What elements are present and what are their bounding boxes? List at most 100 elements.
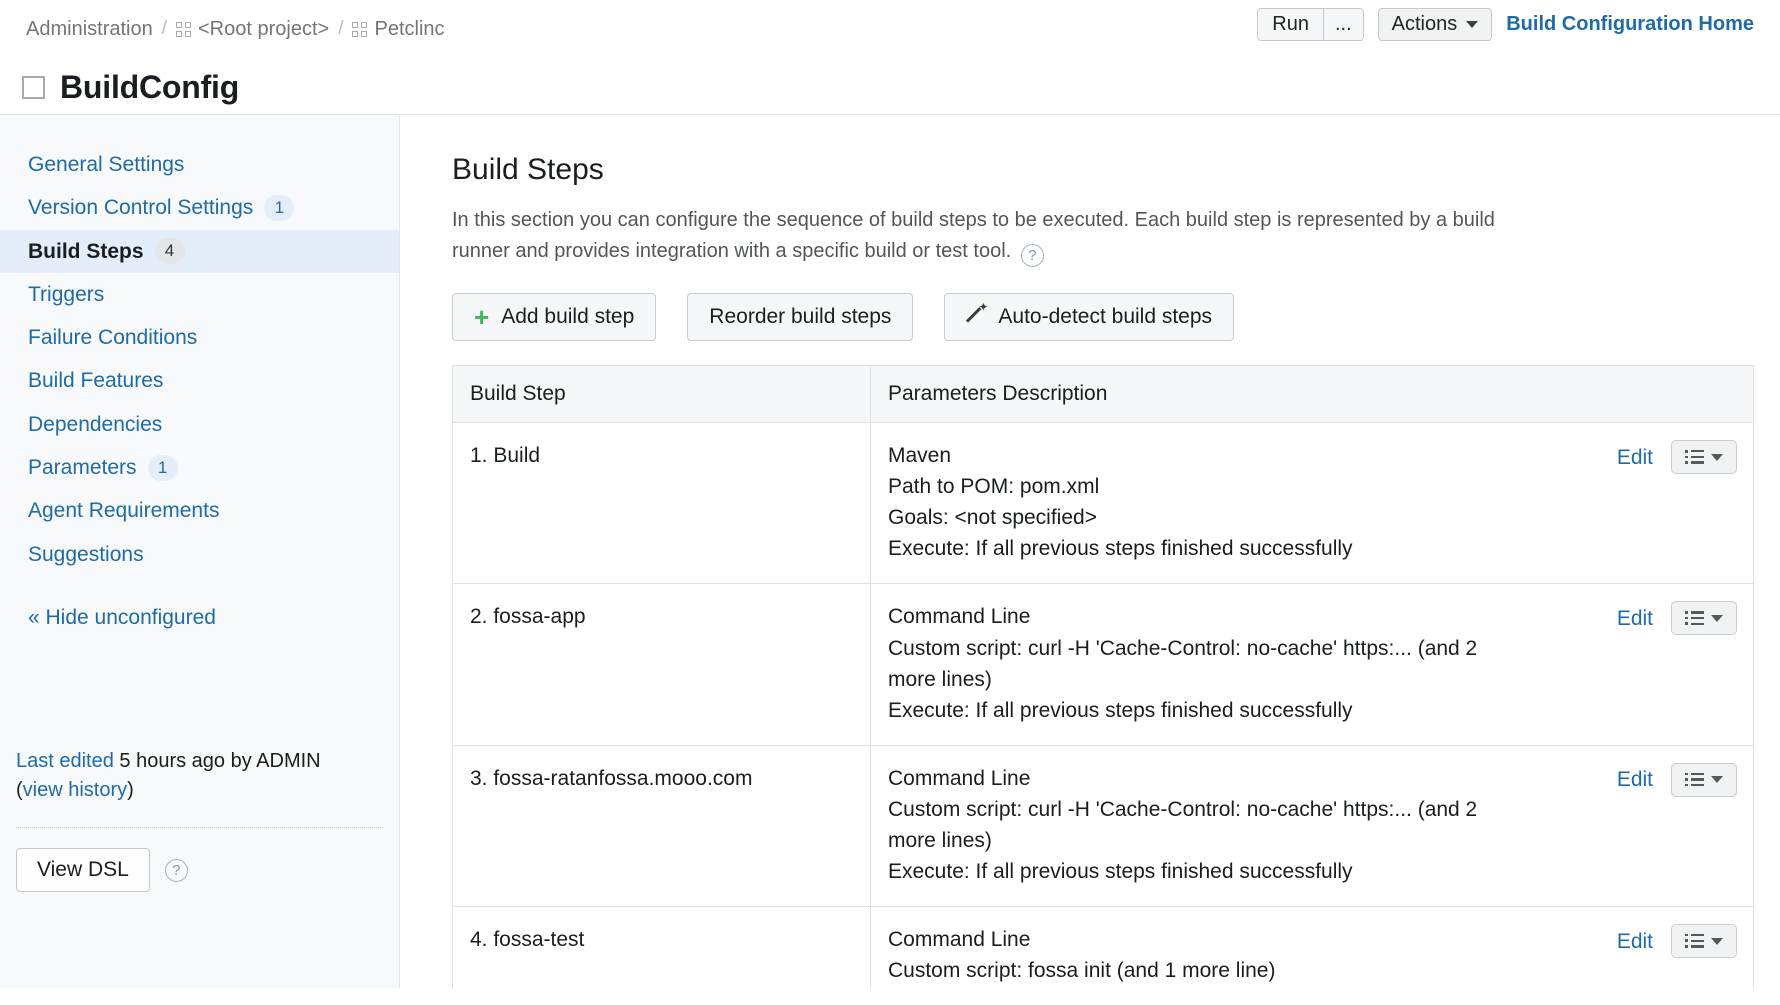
table-row: 3. fossa-ratanfossa.mooo.com Command Lin… [452, 745, 1754, 908]
build-step-name: 4. fossa-test [452, 906, 871, 988]
auto-detect-build-steps-button[interactable]: Auto-detect build steps [944, 293, 1235, 342]
build-configuration-home-link[interactable]: Build Configuration Home [1506, 13, 1754, 36]
table-head: Build Step Parameters Description [452, 365, 1754, 424]
project-icon [352, 21, 368, 37]
edit-build-step-link[interactable]: Edit [1617, 442, 1653, 473]
view-history-paren-open: ( [16, 779, 23, 801]
content-area: General Settings Version Control Setting… [0, 114, 1780, 988]
hide-unconfigured-link[interactable]: « Hide unconfigured [0, 576, 399, 638]
parameter-line: Command Line [888, 766, 1031, 790]
parameter-line: Path to POM: pom.xml [888, 475, 1100, 499]
sidebar-item-build-steps[interactable]: Build Steps 4 [0, 229, 399, 273]
sidebar-item-build-features[interactable]: Build Features [0, 359, 399, 402]
row-actions: Edit [1617, 762, 1737, 797]
build-step-parameters: Command Line Custom script: fossa init (… [871, 907, 1754, 988]
view-history-link[interactable]: view history [23, 779, 127, 801]
column-header-parameters-description: Parameters Description [870, 365, 1754, 424]
sidebar-item-label: Parameters [28, 456, 137, 480]
row-actions: Edit [1617, 601, 1737, 636]
sidebar-item-suggestions[interactable]: Suggestions [0, 533, 399, 576]
table-header-row: Build Step Parameters Description [452, 365, 1754, 424]
top-bar: Administration / <Root project> / Petcli… [0, 0, 1780, 58]
chevron-down-icon [1466, 21, 1479, 28]
build-step-parameters: Command Line Custom script: curl -H 'Cac… [870, 745, 1754, 908]
last-edited-link[interactable]: Last edited [16, 750, 114, 772]
sidebar-item-failure-conditions[interactable]: Failure Conditions [0, 316, 399, 359]
last-edited-text: 5 hours ago by ADMIN [113, 750, 321, 772]
breadcrumb: Administration / <Root project> / Petcli… [26, 18, 445, 41]
breadcrumb-separator-2: / [338, 18, 344, 39]
table-row: 4. fossa-test Command Line Custom script… [452, 906, 1754, 988]
section-title: Build Steps [452, 153, 604, 186]
actions-button[interactable]: Actions [1377, 8, 1493, 41]
build-step-parameters: Command Line Custom script: curl -H 'Cac… [870, 583, 1754, 746]
sidebar-item-label: Agent Requirements [28, 499, 220, 523]
build-step-menu-button[interactable] [1671, 601, 1737, 636]
sidebar-item-dependencies[interactable]: Dependencies [0, 403, 399, 446]
breadcrumb-administration[interactable]: Administration [26, 18, 153, 41]
build-step-parameters: Maven Path to POM: pom.xml Goals: <not s… [870, 422, 1754, 585]
parameter-line: Execute: If all previous steps finished … [888, 698, 1353, 722]
build-steps-table: Build Step Parameters Description 1. Bui… [452, 365, 1754, 988]
add-build-step-button[interactable]: + Add build step [452, 293, 657, 342]
sidebar-item-general-settings[interactable]: General Settings [0, 143, 399, 186]
build-step-menu-button[interactable] [1671, 440, 1737, 475]
build-configuration-icon [22, 75, 45, 99]
build-step-name: 1. Build [452, 422, 871, 585]
breadcrumb-project[interactable]: Petclinc [352, 17, 445, 41]
chevron-down-icon [1711, 614, 1723, 622]
sidebar-item-label: Failure Conditions [28, 326, 198, 350]
breadcrumb-root-project[interactable]: <Root project> [176, 18, 329, 41]
list-icon [1685, 449, 1704, 464]
sidebar-item-badge: 1 [264, 194, 295, 221]
sidebar-item-label: Triggers [28, 282, 105, 306]
view-dsl-button[interactable]: View DSL [16, 848, 150, 892]
sidebar-item-parameters[interactable]: Parameters 1 [0, 446, 399, 489]
auto-detect-build-steps-label: Auto-detect build steps [998, 305, 1213, 329]
sidebar-item-label: Dependencies [28, 412, 163, 436]
actions-button-label: Actions [1391, 13, 1458, 35]
list-icon [1685, 772, 1704, 787]
run-button-group: Run ... [1257, 8, 1364, 41]
table-row: 1. Build Maven Path to POM: pom.xml Goal… [452, 422, 1754, 585]
sidebar-item-label: Suggestions [28, 542, 144, 566]
run-button[interactable]: Run [1258, 9, 1323, 40]
magic-wand-icon [966, 300, 988, 327]
table-body: 1. Build Maven Path to POM: pom.xml Goal… [452, 422, 1754, 988]
table-row: 2. fossa-app Command Line Custom script:… [452, 583, 1754, 746]
sidebar-item-triggers[interactable]: Triggers [0, 273, 399, 316]
last-edited-info: Last edited 5 hours ago by ADMIN (view h… [16, 747, 383, 827]
run-options-button[interactable]: ... [1322, 9, 1363, 40]
page-title: BuildConfig [60, 68, 240, 105]
edit-build-step-link[interactable]: Edit [1617, 926, 1653, 957]
build-step-menu-button[interactable] [1671, 762, 1737, 797]
sidebar-item-label: Version Control Settings [28, 196, 254, 220]
edit-build-step-link[interactable]: Edit [1617, 764, 1653, 795]
parameter-line: Command Line [888, 928, 1031, 952]
reorder-build-steps-button[interactable]: Reorder build steps [687, 293, 914, 342]
list-icon [1685, 933, 1704, 948]
parameter-line: Execute: If all previous steps finished … [888, 537, 1353, 561]
sidebar-divider [16, 827, 383, 828]
view-history-paren-close: ) [127, 779, 134, 801]
breadcrumb-root-project-label: <Root project> [198, 17, 330, 40]
page-title-row: BuildConfig [0, 58, 1780, 114]
main-panel: Build Steps In this section you can conf… [400, 115, 1780, 988]
breadcrumb-project-label: Petclinc [374, 17, 445, 40]
build-step-menu-button[interactable] [1671, 924, 1737, 959]
edit-build-step-link[interactable]: Edit [1617, 603, 1653, 634]
build-step-name: 2. fossa-app [452, 583, 871, 746]
sidebar-item-version-control-settings[interactable]: Version Control Settings 1 [0, 186, 399, 229]
sidebar-item-badge: 1 [147, 454, 178, 481]
row-actions: Edit [1617, 924, 1737, 959]
reorder-build-steps-label: Reorder build steps [709, 305, 892, 329]
view-dsl-row: View DSL ? [16, 848, 383, 892]
project-icon [176, 21, 191, 37]
section-description: In this section you can configure the se… [452, 205, 1532, 268]
sidebar-item-agent-requirements[interactable]: Agent Requirements [0, 489, 399, 532]
section-description-text: In this section you can configure the se… [452, 209, 1495, 262]
help-icon[interactable]: ? [1020, 244, 1044, 268]
help-icon[interactable]: ? [164, 858, 188, 882]
plus-icon: + [474, 302, 490, 333]
list-icon [1685, 611, 1704, 626]
